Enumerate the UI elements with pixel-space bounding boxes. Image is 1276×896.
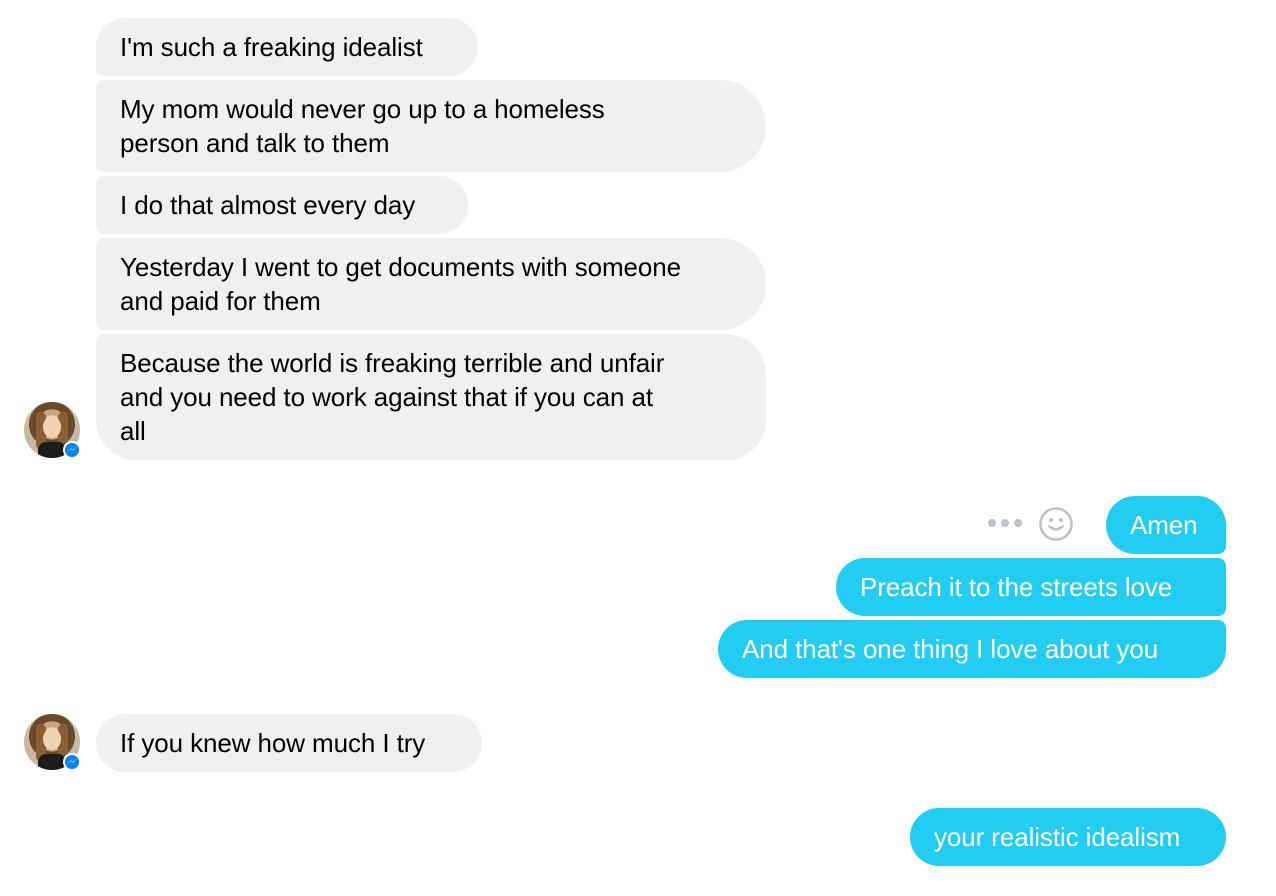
message-text: Amen	[1130, 510, 1198, 540]
message-text: and you need to work against that if you…	[120, 382, 653, 412]
message-text: your realistic idealism	[934, 822, 1181, 852]
message-bubble-outgoing[interactable]: Preach it to the streets love	[836, 558, 1226, 616]
message-text: Yesterday I went to get documents with s…	[120, 252, 681, 282]
avatar-shirt	[38, 754, 66, 770]
message-text: all	[120, 416, 146, 446]
message-text: I'm such a freaking idealist	[120, 32, 423, 62]
message-bubble-incoming[interactable]: Because the world is freaking terrible a…	[96, 334, 766, 460]
messenger-badge-icon	[63, 441, 81, 459]
message-bubble-incoming[interactable]: I do that almost every day	[96, 176, 468, 234]
message-bubble-outgoing[interactable]: And that's one thing I love about you	[718, 620, 1226, 678]
message-text: Because the world is freaking terrible a…	[120, 348, 665, 378]
avatar-shirt	[38, 442, 66, 458]
smiley-reaction-icon[interactable]	[1038, 506, 1074, 542]
messenger-badge-icon	[63, 753, 81, 771]
more-options-icon[interactable]	[988, 519, 1024, 529]
message-bubble-incoming[interactable]: If you knew how much I try	[96, 714, 482, 772]
message-text: Preach it to the streets love	[860, 572, 1173, 602]
avatar-face	[43, 416, 61, 438]
message-bubble-incoming[interactable]: I'm such a freaking idealist	[96, 18, 478, 76]
message-bubble-outgoing[interactable]: Amen	[1106, 496, 1226, 554]
avatar-face	[43, 728, 61, 750]
message-text: My mom would never go up to a homeless	[120, 94, 605, 124]
message-bubble-incoming[interactable]: My mom would never go up to a homeless p…	[96, 80, 766, 172]
message-text: person and talk to them	[120, 128, 390, 158]
message-bubble-incoming[interactable]: Yesterday I went to get documents with s…	[96, 238, 766, 330]
message-text: If you knew how much I try	[120, 728, 426, 758]
message-text: and paid for them	[120, 286, 321, 316]
message-bubble-outgoing[interactable]: your realistic idealism	[910, 808, 1226, 866]
message-text: And that's one thing I love about you	[742, 634, 1159, 664]
message-text: I do that almost every day	[120, 190, 416, 220]
